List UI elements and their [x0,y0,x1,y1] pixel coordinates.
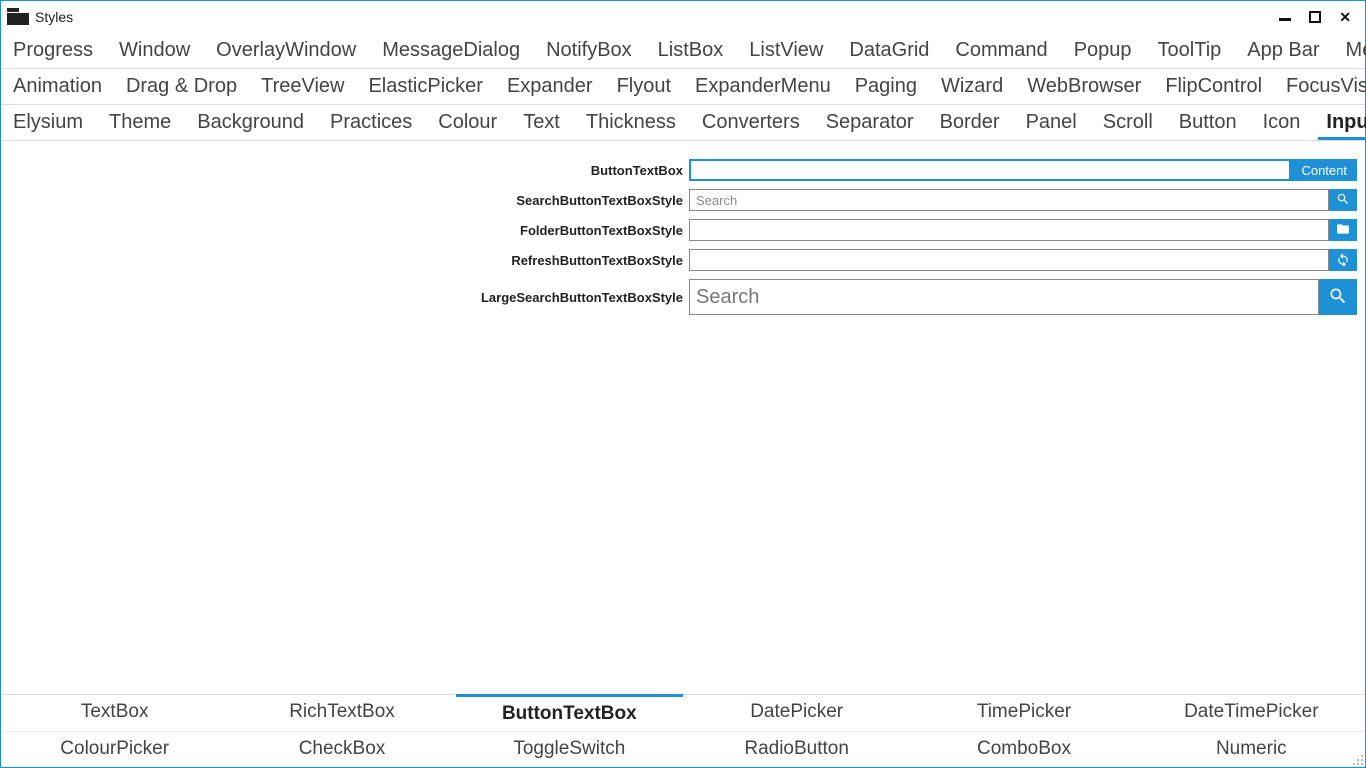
tab-expandermenu[interactable]: ExpanderMenu [687,71,839,104]
top-tabs-row-1: Progress Window OverlayWindow MessageDialog… [1,33,1365,69]
tab-wizard[interactable]: Wizard [933,71,1011,104]
refresh-icon-button[interactable] [1329,249,1357,271]
tab-command[interactable]: Command [947,35,1055,68]
tab-webbrowser[interactable]: WebBrowser [1019,71,1149,104]
bottom-tab-datepicker[interactable]: DatePicker [683,695,910,731]
tab-paging[interactable]: Paging [847,71,925,104]
refresh-icon [1336,252,1350,269]
maximize-icon[interactable] [1309,11,1321,23]
tab-treeview[interactable]: TreeView [253,71,352,104]
resize-grip-icon[interactable] [1351,753,1363,765]
tab-focusvisualstyle[interactable]: FocusVisualStyle [1278,71,1366,104]
app-window: Styles ✕ Progress Window OverlayWindow Mess… [0,0,1366,768]
bottom-tabs-row-1: TextBoxRichTextBoxButtonTextBoxDatePicke… [1,695,1365,732]
tab-theme[interactable]: Theme [101,107,179,140]
tab-window[interactable]: Window [111,35,198,68]
tab-elasticpicker[interactable]: ElasticPicker [360,71,490,104]
form-row-folderbuttontextboxstyle: FolderButtonTextBoxStyle [9,219,1357,241]
tab-expander[interactable]: Expander [499,71,601,104]
tab-listbox[interactable]: ListBox [650,35,732,68]
form-row-refreshbuttontextboxstyle: RefreshButtonTextBoxStyle [9,249,1357,271]
tab-practices[interactable]: Practices [322,107,420,140]
tab-separator[interactable]: Separator [818,107,922,140]
tab-colour[interactable]: Colour [430,107,505,140]
tab-notifybox[interactable]: NotifyBox [538,35,640,68]
field-label: ButtonTextBox [9,159,689,181]
tab-popup[interactable]: Popup [1066,35,1140,68]
largesearchbuttontextboxstyle-input[interactable] [689,279,1319,315]
field-label: LargeSearchButtonTextBoxStyle [9,279,689,315]
folder-icon [7,8,29,26]
top-tabs-row-3: Elysium Theme Background Practices Colour Tex… [1,105,1365,141]
titlebar[interactable]: Styles ✕ [1,1,1365,33]
bottom-tab-timepicker[interactable]: TimePicker [910,695,1137,731]
tab-background[interactable]: Background [189,107,312,140]
bottom-tab-numeric[interactable]: Numeric [1138,732,1365,766]
tab-animation[interactable]: Animation [5,71,110,104]
bottom-tabs: TextBoxRichTextBoxButtonTextBoxDatePicke… [1,694,1365,767]
tab-messagedialog[interactable]: MessageDialog [374,35,528,68]
field-label: FolderButtonTextBoxStyle [9,219,689,241]
bottom-tab-textbox[interactable]: TextBox [1,695,228,731]
tab-converters[interactable]: Converters [694,107,808,140]
close-icon[interactable]: ✕ [1339,10,1351,24]
form-row-largesearchbuttontextboxstyle: LargeSearchButtonTextBoxStyle [9,279,1357,315]
search-icon [1336,192,1350,209]
tab-app-bar[interactable]: App Bar [1239,35,1327,68]
content-button[interactable]: Content [1291,159,1357,181]
folder-icon-button[interactable] [1329,219,1357,241]
tab-elysium[interactable]: Elysium [5,107,91,140]
tab-tooltip[interactable]: ToolTip [1150,35,1230,68]
field-label: RefreshButtonTextBoxStyle [9,249,689,271]
tab-icon[interactable]: Icon [1255,107,1309,140]
tab-datagrid[interactable]: DataGrid [841,35,937,68]
folder-icon [1336,222,1350,239]
bottom-tab-colourpicker[interactable]: ColourPicker [1,732,228,766]
minimize-icon[interactable] [1279,11,1291,23]
tab-drag-drop[interactable]: Drag & Drop [118,71,245,104]
field-label: SearchButtonTextBoxStyle [9,189,689,211]
buttontextbox-input[interactable] [689,159,1291,181]
top-tabs-row-2: AnimationDrag & DropTreeViewElasticPicke… [1,69,1365,105]
tab-progress[interactable]: Progress [5,35,101,68]
form-row-buttontextbox: ButtonTextBox Content [9,159,1357,181]
bottom-tab-datetimepicker[interactable]: DateTimePicker [1138,695,1365,731]
tab-listview[interactable]: ListView [741,35,831,68]
tab-border[interactable]: Border [932,107,1008,140]
search-icon-button[interactable] [1319,279,1357,315]
tab-flyout[interactable]: Flyout [609,71,679,104]
bottom-tab-richtextbox[interactable]: RichTextBox [228,695,455,731]
tab-overlaywindow[interactable]: OverlayWindow [208,35,364,68]
tab-flipcontrol[interactable]: FlipControl [1157,71,1270,104]
search-icon-button[interactable] [1329,189,1357,211]
tab-thickness[interactable]: Thickness [578,107,684,140]
folderbuttontextboxstyle-input[interactable] [689,219,1329,241]
tab-panel[interactable]: Panel [1018,107,1085,140]
searchbuttontextboxstyle-input[interactable] [689,189,1329,211]
tab-input[interactable]: Input [1318,107,1366,140]
bottom-tab-combobox[interactable]: ComboBox [910,732,1137,766]
bottom-tabs-row-2: ColourPickerCheckBoxToggleSwitchRadioBut… [1,732,1365,767]
bottom-tab-checkbox[interactable]: CheckBox [228,732,455,766]
bottom-tab-toggleswitch[interactable]: ToggleSwitch [456,732,683,766]
refreshbuttontextboxstyle-input[interactable] [689,249,1329,271]
bottom-tab-buttontextbox[interactable]: ButtonTextBox [456,694,683,731]
tab-scroll[interactable]: Scroll [1095,107,1161,140]
form-row-searchbuttontextboxstyle: SearchButtonTextBoxStyle [9,189,1357,211]
content-area: ButtonTextBox Content SearchButtonTextBoxS… [1,141,1365,694]
window-title: Styles [35,9,73,25]
tab-button[interactable]: Button [1171,107,1245,140]
bottom-tab-radiobutton[interactable]: RadioButton [683,732,910,766]
tab-text[interactable]: Text [515,107,568,140]
tab-menuitem[interactable]: MenuItem [1338,35,1366,68]
search-icon [1328,286,1348,309]
